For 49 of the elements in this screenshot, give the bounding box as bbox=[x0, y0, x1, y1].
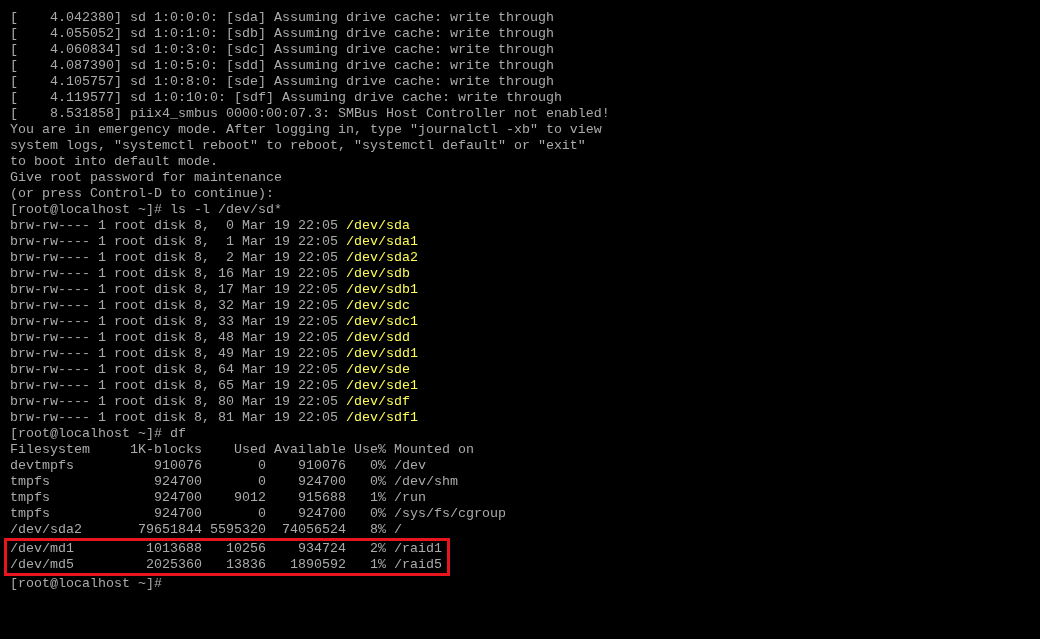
device-path: /dev/sdd bbox=[345, 330, 410, 346]
listing-line: brw-rw---- 1 root disk 8, 80 Mar 19 22:05 bbox=[10, 394, 338, 410]
device-path: /dev/sde1 bbox=[345, 378, 418, 394]
device-path: /dev/sdf1 bbox=[345, 410, 418, 426]
console-line: /dev/md1 1013688 10256 934724 2% /raid1 bbox=[10, 541, 442, 557]
device-path: /dev/sdf bbox=[345, 394, 410, 410]
listing-line: brw-rw---- 1 root disk 8, 1 Mar 19 22:05 bbox=[10, 234, 338, 250]
console-line: Filesystem 1K-blocks Used Available Use% Mounted on bbox=[10, 442, 474, 458]
console-line: (or press Control-D to continue): bbox=[10, 186, 274, 202]
listing-line: brw-rw---- 1 root disk 8, 33 Mar 19 22:05 bbox=[10, 314, 338, 330]
listing-line: brw-rw---- 1 root disk 8, 49 Mar 19 22:05 bbox=[10, 346, 338, 362]
console-line: [ 4.119577] sd 1:0:10:0: [sdf] Assuming drive cache: write through bbox=[10, 90, 562, 106]
console-line: Give root password for maintenance bbox=[10, 170, 282, 186]
device-path: /dev/sdc bbox=[345, 298, 410, 314]
console-line: tmpfs 924700 9012 915688 1% /run bbox=[10, 490, 426, 506]
listing-line: brw-rw---- 1 root disk 8, 81 Mar 19 22:05 bbox=[10, 410, 338, 426]
console-line: [ 4.042380] sd 1:0:0:0: [sda] Assuming drive cache: write through bbox=[10, 10, 554, 26]
device-path: /dev/sdb1 bbox=[345, 282, 418, 298]
console-line: to boot into default mode. bbox=[10, 154, 218, 170]
console-line: /dev/sda2 79651844 5595320 74056524 8% / bbox=[10, 522, 402, 538]
console-line: tmpfs 924700 0 924700 0% /dev/shm bbox=[10, 474, 458, 490]
device-path: /dev/sdb bbox=[345, 266, 410, 282]
listing-line: brw-rw---- 1 root disk 8, 65 Mar 19 22:05 bbox=[10, 378, 338, 394]
shell-prompt: [root@localhost ~]# ls -l /dev/sd* bbox=[10, 202, 282, 218]
console-line: [ 8.531858] piix4_smbus 0000:00:07.3: SMBus Host Controller not enabled! bbox=[10, 106, 610, 122]
device-path: /dev/sda bbox=[345, 218, 410, 234]
device-path: /dev/sda1 bbox=[345, 234, 418, 250]
listing-line: brw-rw---- 1 root disk 8, 48 Mar 19 22:05 bbox=[10, 330, 338, 346]
listing-line: brw-rw---- 1 root disk 8, 16 Mar 19 22:05 bbox=[10, 266, 338, 282]
listing-line: brw-rw---- 1 root disk 8, 0 Mar 19 22:05 bbox=[10, 218, 338, 234]
console-line: [ 4.060834] sd 1:0:3:0: [sdc] Assuming drive cache: write through bbox=[10, 42, 554, 58]
shell-prompt: [root@localhost ~]# df bbox=[10, 426, 186, 442]
device-path: /dev/sde bbox=[345, 362, 410, 378]
console-line: /dev/md5 2025360 13836 1890592 1% /raid5 bbox=[10, 557, 442, 573]
console-line: You are in emergency mode. After logging in, type "journalctl -xb" to view bbox=[10, 122, 602, 138]
console-line: tmpfs 924700 0 924700 0% /sys/fs/cgroup bbox=[10, 506, 506, 522]
device-path: /dev/sdd1 bbox=[345, 346, 418, 362]
device-path: /dev/sda2 bbox=[345, 250, 418, 266]
console-line: [ 4.105757] sd 1:0:8:0: [sde] Assuming drive cache: write through bbox=[10, 74, 554, 90]
console-line: [ 4.087390] sd 1:0:5:0: [sdd] Assuming drive cache: write through bbox=[10, 58, 554, 74]
console-line: [ 4.055052] sd 1:0:1:0: [sdb] Assuming drive cache: write through bbox=[10, 26, 554, 42]
shell-prompt: [root@localhost ~]# bbox=[10, 576, 162, 592]
console-line: system logs, "systemctl reboot" to reboot, "systemctl default" or "exit" bbox=[10, 138, 586, 154]
console-line: devtmpfs 910076 0 910076 0% /dev bbox=[10, 458, 426, 474]
listing-line: brw-rw---- 1 root disk 8, 32 Mar 19 22:05 bbox=[10, 298, 338, 314]
listing-line: brw-rw---- 1 root disk 8, 17 Mar 19 22:05 bbox=[10, 282, 338, 298]
listing-line: brw-rw---- 1 root disk 8, 64 Mar 19 22:05 bbox=[10, 362, 338, 378]
listing-line: brw-rw---- 1 root disk 8, 2 Mar 19 22:05 bbox=[10, 250, 338, 266]
device-path: /dev/sdc1 bbox=[345, 314, 418, 330]
